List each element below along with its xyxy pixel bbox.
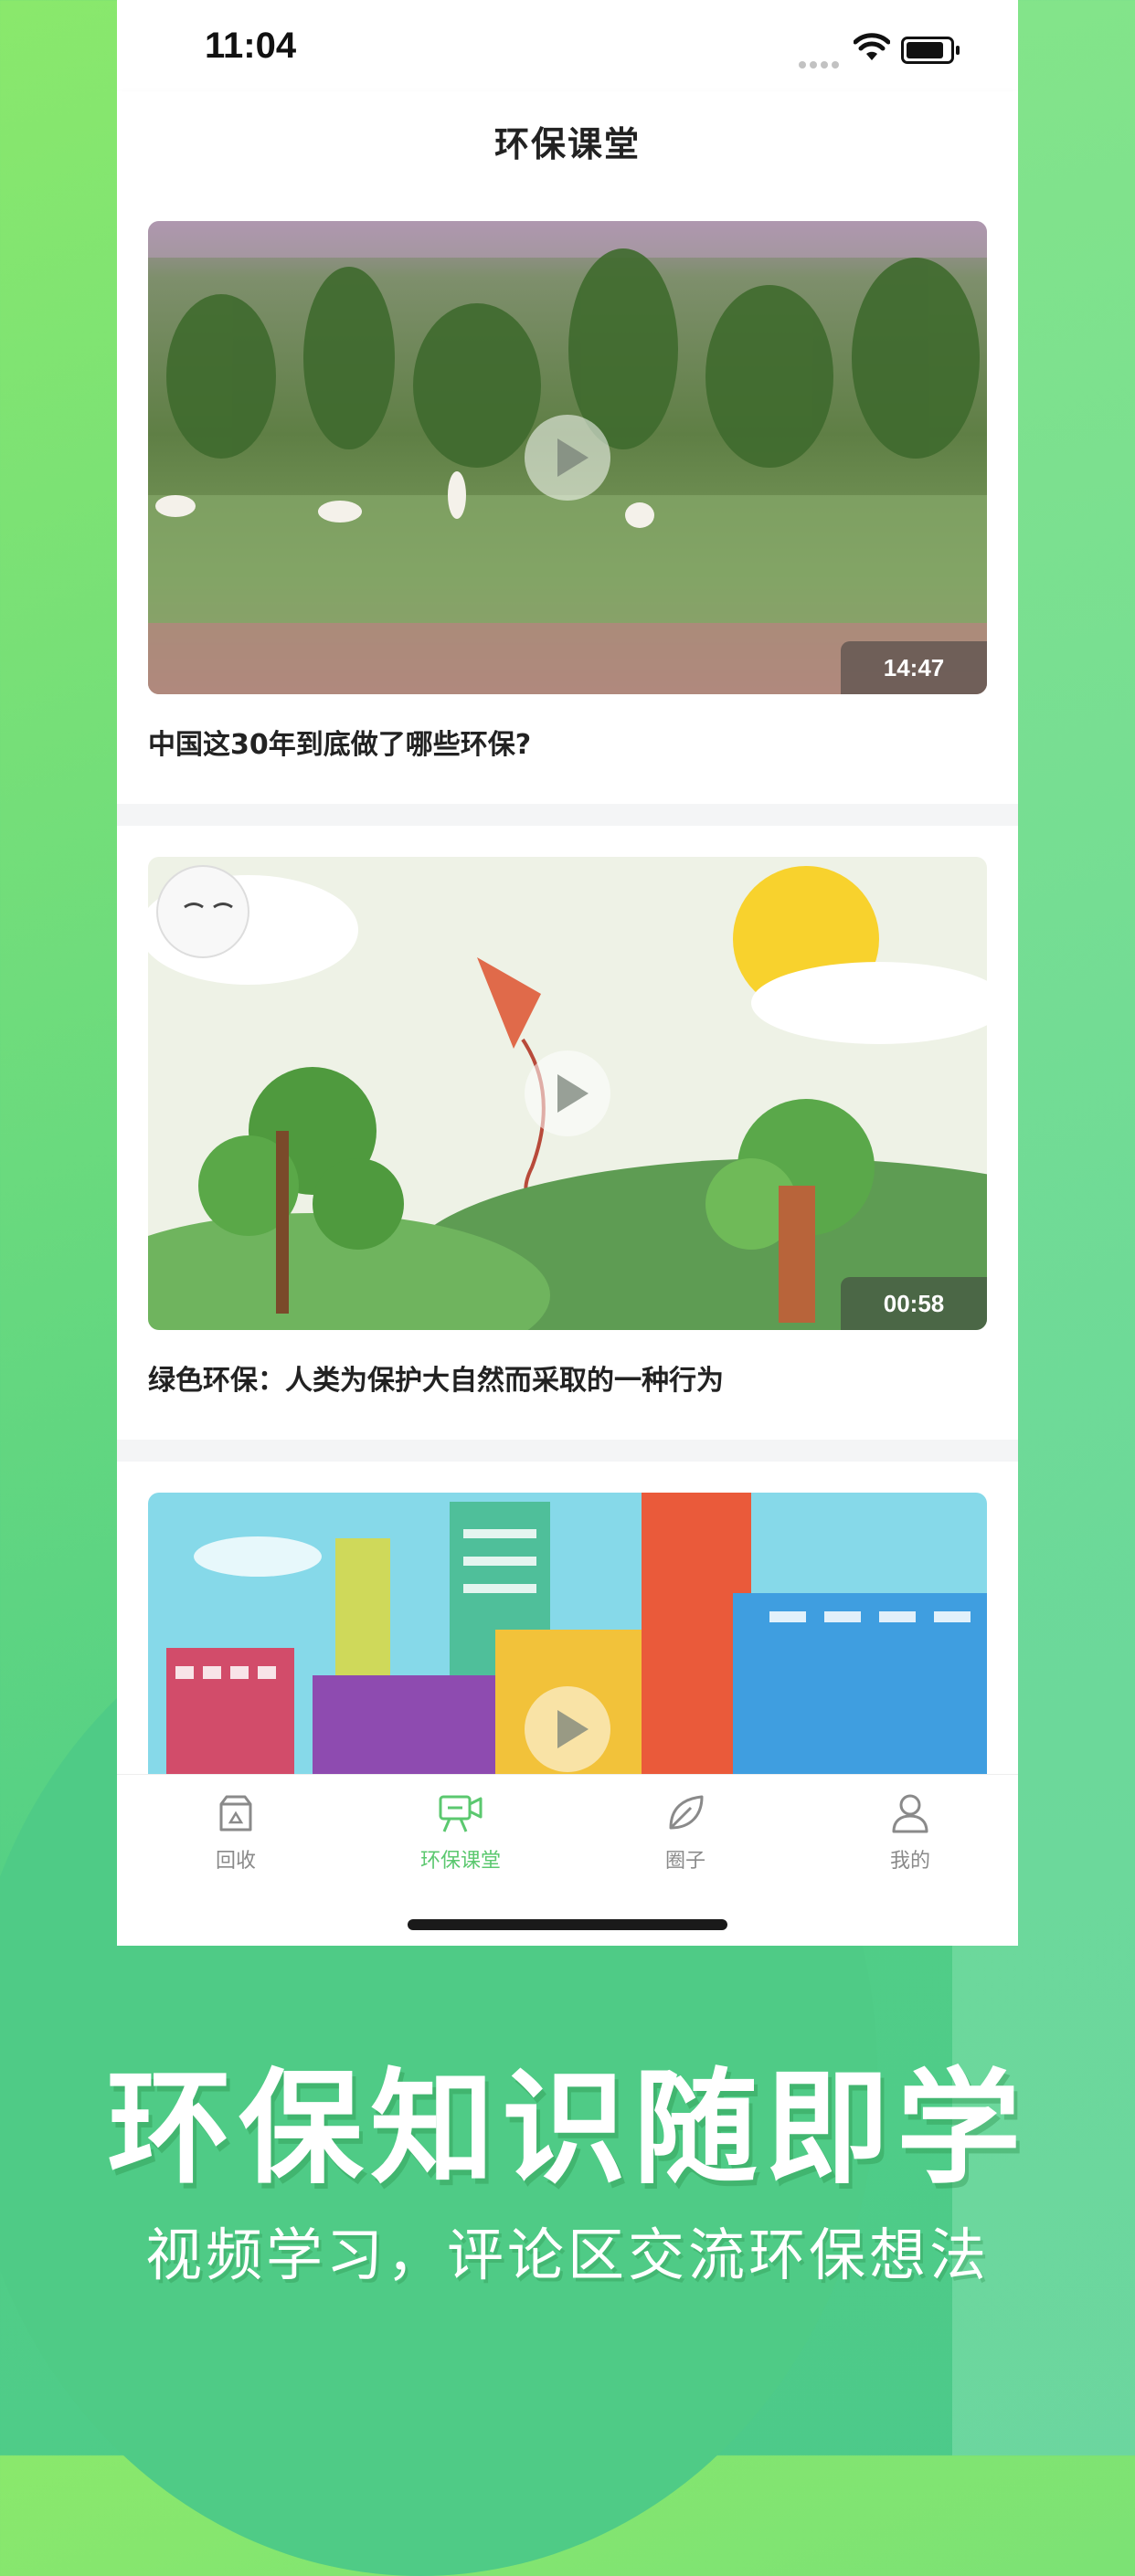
video-card[interactable]: 14:47 中国这30年到底做了哪些环保?: [117, 190, 1018, 804]
video-title[interactable]: 绿色环保：人类为保护大自然而采取的一种行为: [148, 1357, 724, 1398]
tab-profile[interactable]: 我的: [855, 1791, 965, 1874]
phone-screen: 11:04 环保课堂 14:47 中国这30年到底做了哪些环保? 00:58 绿…: [117, 0, 1018, 1946]
video-duration: 00:58: [841, 1277, 987, 1330]
tab-label: 我的: [889, 1850, 930, 1873]
status-bar: 11:04: [117, 0, 1018, 91]
video-class-icon: [439, 1795, 483, 1832]
battery-icon: [901, 37, 960, 64]
play-icon[interactable]: [525, 1050, 610, 1136]
profile-icon: [892, 1794, 928, 1833]
leaf-icon: [669, 1795, 704, 1830]
page-title: 环保课堂: [493, 123, 641, 164]
nav-bar: 环保课堂: [117, 91, 1018, 190]
video-thumbnail[interactable]: 00:58: [148, 857, 987, 1330]
tab-label: 圈子: [664, 1850, 705, 1873]
video-card[interactable]: [117, 1462, 1018, 1774]
recycle-bin-icon: [219, 1795, 252, 1832]
video-feed[interactable]: 14:47 中国这30年到底做了哪些环保? 00:58 绿色环保：人类为保护大自…: [117, 190, 1018, 1774]
video-thumbnail[interactable]: 14:47: [148, 221, 987, 694]
status-time: 11:04: [205, 26, 297, 66]
tab-eco-class[interactable]: 环保课堂: [406, 1791, 515, 1874]
wifi-icon: [854, 33, 890, 60]
home-indicator[interactable]: [408, 1919, 727, 1930]
play-icon[interactable]: [525, 415, 610, 501]
video-duration: 14:47: [841, 641, 987, 694]
promo-headline: 环保知识随即学: [107, 2057, 1028, 2201]
promo-subline: 视频学习，评论区交流环保想法: [144, 2222, 990, 2288]
signal-dots-icon: [799, 55, 843, 72]
play-icon[interactable]: [525, 1686, 610, 1772]
tab-circle[interactable]: 圈子: [631, 1791, 740, 1874]
video-card[interactable]: 00:58 绿色环保：人类为保护大自然而采取的一种行为: [117, 826, 1018, 1440]
video-thumbnail[interactable]: [148, 1493, 987, 1774]
tab-bar: 回收 环保课堂 圈子 我的: [117, 1774, 1018, 1946]
tab-recycle[interactable]: 回收: [181, 1791, 291, 1874]
tab-label: 环保课堂: [419, 1850, 501, 1873]
tab-label: 回收: [215, 1850, 256, 1873]
video-title[interactable]: 中国这30年到底做了哪些环保?: [148, 722, 531, 762]
